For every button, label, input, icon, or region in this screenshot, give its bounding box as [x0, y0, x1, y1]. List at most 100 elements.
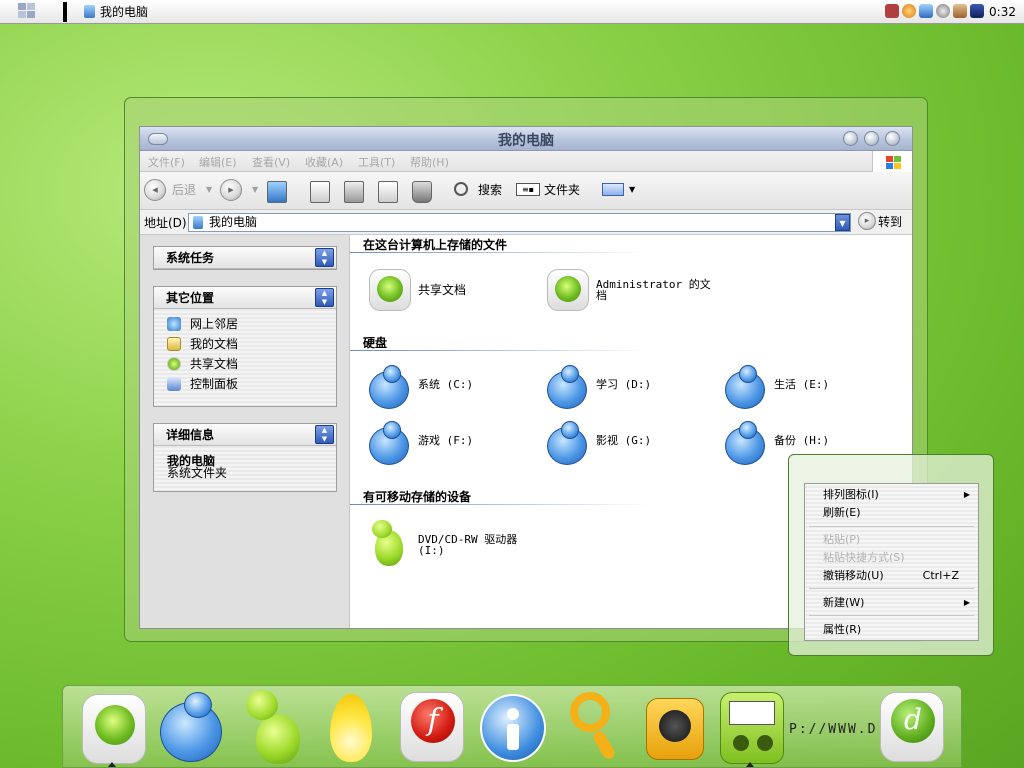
menu-arrange-icons[interactable]: 排列图标(I) [823, 487, 973, 503]
address-label: 地址(D) [144, 216, 187, 230]
menu-favorites[interactable]: 收藏(A) [305, 154, 343, 170]
menu-edit[interactable]: 编辑(E) [199, 154, 237, 170]
delete-button[interactable] [412, 177, 438, 203]
shared-docs-item[interactable]: 共享文档 [369, 269, 519, 315]
hard-drive-icon [369, 421, 411, 465]
magnifier-icon[interactable] [568, 690, 622, 762]
views-button[interactable]: ▼ [602, 177, 638, 203]
context-menu: 排列图标(I) ▶ 刷新(E) 粘贴(P) 粘贴快捷方式(S) 撤销移动(U) … [804, 483, 979, 641]
search-icon [454, 182, 468, 196]
control-panel-icon [167, 377, 181, 391]
sidebar-item-control-panel[interactable]: 控制面板 [154, 374, 336, 394]
menu-separator [809, 588, 974, 589]
info-icon[interactable] [480, 694, 546, 762]
drive-d[interactable]: 学习 (D:) [547, 365, 687, 409]
copy-button[interactable] [310, 177, 336, 203]
computer-icon [84, 5, 95, 18]
shared-docs-icon [167, 357, 181, 371]
search-button[interactable]: 搜索 [452, 177, 508, 203]
address-input[interactable]: 我的电脑 [188, 213, 851, 232]
speaker-icon[interactable] [644, 690, 706, 764]
menu-new[interactable]: 新建(W) [823, 595, 864, 611]
running-indicator [108, 762, 116, 767]
menu-separator [809, 615, 974, 616]
dvd-mascot-icon[interactable] [242, 690, 302, 764]
running-indicator [746, 762, 754, 767]
tools-icon[interactable] [953, 4, 967, 18]
meter-icon[interactable] [720, 692, 784, 764]
views-icon [602, 183, 624, 196]
undo-shortcut-label: Ctrl+Z [922, 569, 959, 582]
other-places-header[interactable]: 其它位置 ▲ ▼ [154, 287, 336, 309]
drive-c[interactable]: 系统 (C:) [369, 365, 509, 409]
forward-arrow-icon: ▸ [220, 179, 242, 201]
forward-button[interactable]: ▸ ▼ [220, 177, 260, 203]
user-folder-icon [547, 269, 589, 311]
active-window-label[interactable]: 我的电脑 [84, 4, 148, 20]
hard-drive-icon [725, 421, 767, 465]
collapse-icon[interactable]: ▲ ▼ [315, 425, 334, 444]
system-tasks-header[interactable]: 系统任务 ▲ ▼ [154, 247, 336, 269]
other-places-panel: 其它位置 ▲ ▼ 网上邻居 我的文档 共享文档 控制面板 [153, 286, 337, 407]
menu-undo-move[interactable]: 撤销移动(U) [823, 568, 884, 584]
back-button[interactable]: ◂ 后退 ▼ [144, 177, 214, 203]
admin-docs-item[interactable]: Administrator 的文 档 [547, 269, 727, 315]
address-dropdown-button[interactable]: ▼ [835, 214, 850, 231]
drive-e[interactable]: 生活 (E:) [725, 365, 865, 409]
flash-icon[interactable]: f [400, 692, 464, 762]
maximize-button[interactable] [864, 131, 879, 146]
drive-g[interactable]: 影视 (G:) [547, 421, 687, 465]
back-arrow-icon: ◂ [144, 179, 166, 201]
drive-icon[interactable] [158, 692, 224, 764]
sidebar-item-network[interactable]: 网上邻居 [154, 314, 336, 334]
flame-icon[interactable] [326, 690, 376, 764]
network-icon[interactable] [919, 4, 933, 18]
menu-file[interactable]: 文件(F) [148, 154, 185, 170]
expand-icon[interactable]: ▲ ▼ [315, 248, 334, 267]
cut-button[interactable] [378, 177, 404, 203]
close-button[interactable] [885, 131, 900, 146]
go-arrow-icon: ▸ [858, 212, 876, 230]
shared-disk-icon[interactable] [82, 694, 146, 764]
details-type: 系统文件夹 [167, 466, 228, 480]
disc-icon[interactable] [936, 4, 950, 18]
page-icon [310, 181, 330, 203]
up-folder-button[interactable] [266, 177, 292, 203]
sidebar-item-my-documents[interactable]: 我的文档 [154, 334, 336, 354]
minimize-button[interactable] [843, 131, 858, 146]
views-dropdown-icon: ▼ [629, 185, 636, 194]
recycle-bin-icon [412, 181, 432, 203]
group-header-removable: 有可移动存储的设备 [350, 488, 650, 505]
menu-properties[interactable]: 属性(R) [823, 622, 861, 638]
folders-button[interactable]: ≡▪ 文件夹 [516, 177, 586, 203]
group-header-hard-disks: 硬盘 [350, 334, 650, 351]
sidebar-item-shared-docs[interactable]: 共享文档 [154, 354, 336, 374]
dvd-drive-i[interactable]: DVD/CD-RW 驱动器 (I:) [369, 520, 539, 570]
menu-tools[interactable]: 工具(T) [358, 154, 395, 170]
clock: 0:32 [989, 5, 1016, 19]
paste-button[interactable] [344, 177, 370, 203]
back-dropdown-icon[interactable]: ▼ [206, 177, 212, 203]
group-header-stored-files: 在这台计算机上存储的文件 [350, 236, 650, 253]
hard-drive-icon [547, 365, 589, 409]
computer-icon [193, 216, 203, 229]
submenu-arrow-icon: ▶ [963, 598, 970, 607]
forward-dropdown-icon[interactable]: ▼ [252, 177, 258, 203]
go-button[interactable]: ▸ 转到 [858, 212, 908, 232]
dreamweaver-icon[interactable]: d [880, 692, 944, 762]
folders-icon: ≡▪ [516, 183, 540, 196]
collapse-icon[interactable]: ▲ ▼ [315, 288, 334, 307]
display-icon[interactable] [970, 4, 984, 18]
toolbar: ◂ 后退 ▼ ▸ ▼ 搜索 ≡▪ 文件夹 ▼ [140, 172, 912, 210]
title-bar[interactable]: 我的电脑 [140, 127, 912, 151]
volume-icon[interactable] [885, 4, 899, 18]
windows-logo-icon[interactable] [18, 3, 36, 20]
drive-f[interactable]: 游戏 (F:) [369, 421, 509, 465]
menu-refresh[interactable]: 刷新(E) [823, 505, 861, 521]
orange-ball-icon[interactable] [902, 4, 916, 18]
menu-view[interactable]: 查看(V) [252, 154, 290, 170]
details-header[interactable]: 详细信息 ▲ ▼ [154, 424, 336, 446]
separator [63, 2, 67, 22]
windows-flag-icon [872, 151, 912, 172]
menu-help[interactable]: 帮助(H) [410, 154, 449, 170]
